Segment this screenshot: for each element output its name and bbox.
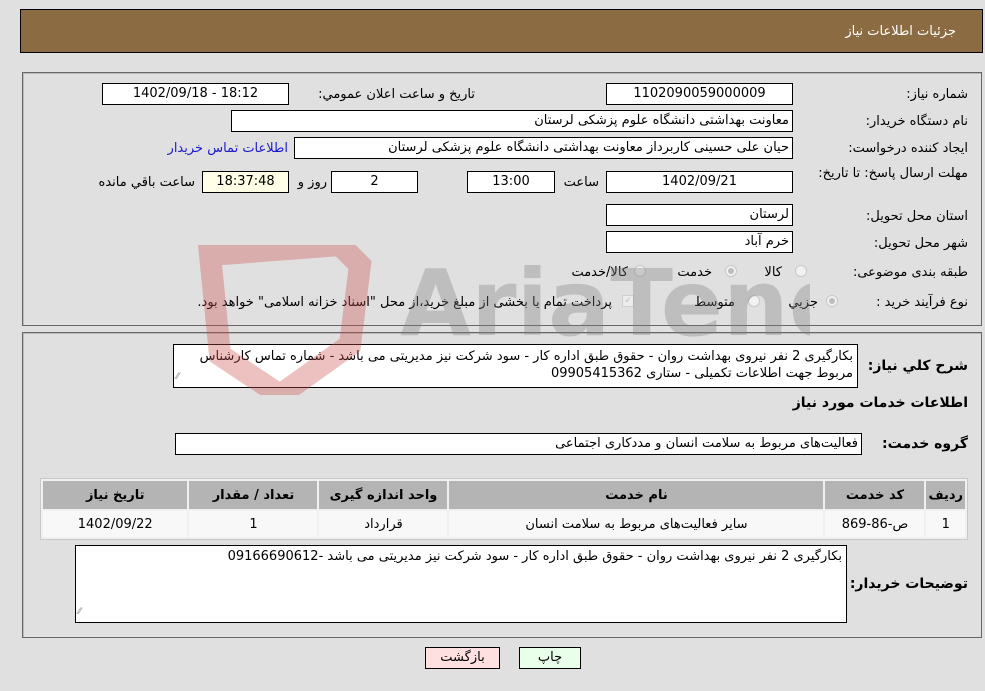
remaining-time-label: ساعت باقي مانده (98, 175, 195, 190)
description-textarea[interactable]: بکارگیری 2 نفر نیروی بهداشت روان - حقوق … (173, 344, 858, 388)
buyer-org-label: نام دستگاه خریدار: (865, 114, 968, 129)
col-need-date: تاریخ نیاز (43, 481, 188, 509)
col-service-code: کد خدمت (825, 481, 925, 509)
cell-service-name: سایر فعالیت‌های مربوط به سلامت انسان (449, 511, 824, 537)
remaining-time-field: 18:37:48 (202, 171, 289, 193)
back-button[interactable]: بازگشت (425, 647, 500, 669)
buyer-org-field: معاونت بهداشتی دانشگاه علوم پزشکی لرستان (231, 110, 793, 132)
treasury-note: پرداخت تمام یا بخشی از مبلغ خرید،از محل … (197, 295, 612, 310)
city-field: خرم آباد (606, 231, 793, 253)
table-header-row: ردیف کد خدمت نام خدمت واحد اندازه گیری ت… (43, 481, 965, 509)
days-label: روز و (297, 175, 327, 190)
category-radio-goods[interactable] (795, 265, 807, 277)
deadline-date-field: 1402/09/21 (606, 171, 793, 193)
cell-row-number: 1 (926, 511, 965, 537)
services-section-title: اطلاعات خدمات مورد نیاز (792, 395, 968, 411)
announce-datetime-field: 1402/09/18 - 18:12 (102, 83, 289, 105)
announce-label: تاریخ و ساعت اعلان عمومي: (318, 87, 475, 102)
need-number-label: شماره نیاز: (906, 87, 968, 102)
days-remaining-field: 2 (331, 171, 418, 193)
cell-unit: قرارداد (319, 511, 448, 537)
treasury-checkbox[interactable]: ✓ (622, 295, 634, 307)
buyer-notes-text: بکارگیری 2 نفر نیروی بهداشت روان - حقوق … (227, 549, 842, 564)
table-row: 1 ص-86-869 سایر فعالیت‌های مربوط به سلام… (43, 511, 965, 537)
creator-field: حیان علی حسینی کاربرداز معاونت بهداشتی د… (294, 137, 793, 159)
need-number-field: 1102090059000009 (606, 83, 793, 105)
province-field: لرستان (606, 204, 793, 226)
service-group-field: فعالیت‌های مربوط به سلامت انسان و مددکار… (175, 433, 862, 455)
print-button[interactable]: چاپ (519, 647, 581, 669)
category-option-goods-service: کالا/خدمت (571, 265, 628, 280)
buyer-notes-textarea[interactable]: بکارگیری 2 نفر نیروی بهداشت روان - حقوق … (75, 545, 847, 623)
col-unit: واحد اندازه گیری (319, 481, 448, 509)
category-option-service: خدمت (677, 265, 712, 280)
deadline-time-label: ساعت (563, 175, 599, 190)
category-label: طبقه بندی موضوعی: (852, 265, 968, 280)
province-label: استان محل تحویل: (866, 209, 968, 224)
buyer-notes-label: توضیحات خریدار: (849, 576, 968, 592)
resize-grip-icon[interactable]: ⁄⁄ (78, 604, 81, 621)
col-row-number: ردیف (926, 481, 965, 509)
cell-quantity: 1 (189, 511, 318, 537)
page-title: جزئیات اطلاعات نیاز (845, 24, 956, 39)
creator-label: ایجاد کننده درخواست: (848, 141, 968, 156)
page-header: جزئیات اطلاعات نیاز (20, 9, 983, 53)
process-option-small: جزيي (788, 295, 818, 310)
category-radio-goods-service[interactable] (634, 265, 646, 277)
process-radio-small[interactable] (826, 295, 838, 307)
category-option-goods: کالا (764, 265, 782, 280)
buyer-contact-link[interactable]: اطلاعات تماس خریدار (168, 141, 288, 156)
col-service-name: نام خدمت (449, 481, 824, 509)
cell-service-code: ص-86-869 (825, 511, 925, 537)
process-label: نوع فرآیند خرید : (876, 295, 968, 310)
col-quantity: تعداد / مقدار (189, 481, 318, 509)
resize-grip-icon[interactable]: ⁄⁄ (176, 369, 179, 386)
deadline-time-field: 13:00 (467, 171, 555, 193)
process-option-medium: متوسط (694, 295, 735, 310)
process-radio-medium[interactable] (748, 295, 760, 307)
service-group-label: گروه خدمت: (882, 436, 968, 452)
services-table: ردیف کد خدمت نام خدمت واحد اندازه گیری ت… (40, 478, 968, 540)
description-text: بکارگیری 2 نفر نیروی بهداشت روان - حقوق … (199, 349, 853, 381)
city-label: شهر محل تحویل: (873, 236, 968, 251)
category-radio-service[interactable] (725, 265, 737, 277)
description-label: شرح کلي نیاز: (867, 358, 968, 374)
cell-need-date: 1402/09/22 (43, 511, 188, 537)
deadline-label: مهلت ارسال پاسخ: تا تاریخ: (818, 166, 968, 181)
